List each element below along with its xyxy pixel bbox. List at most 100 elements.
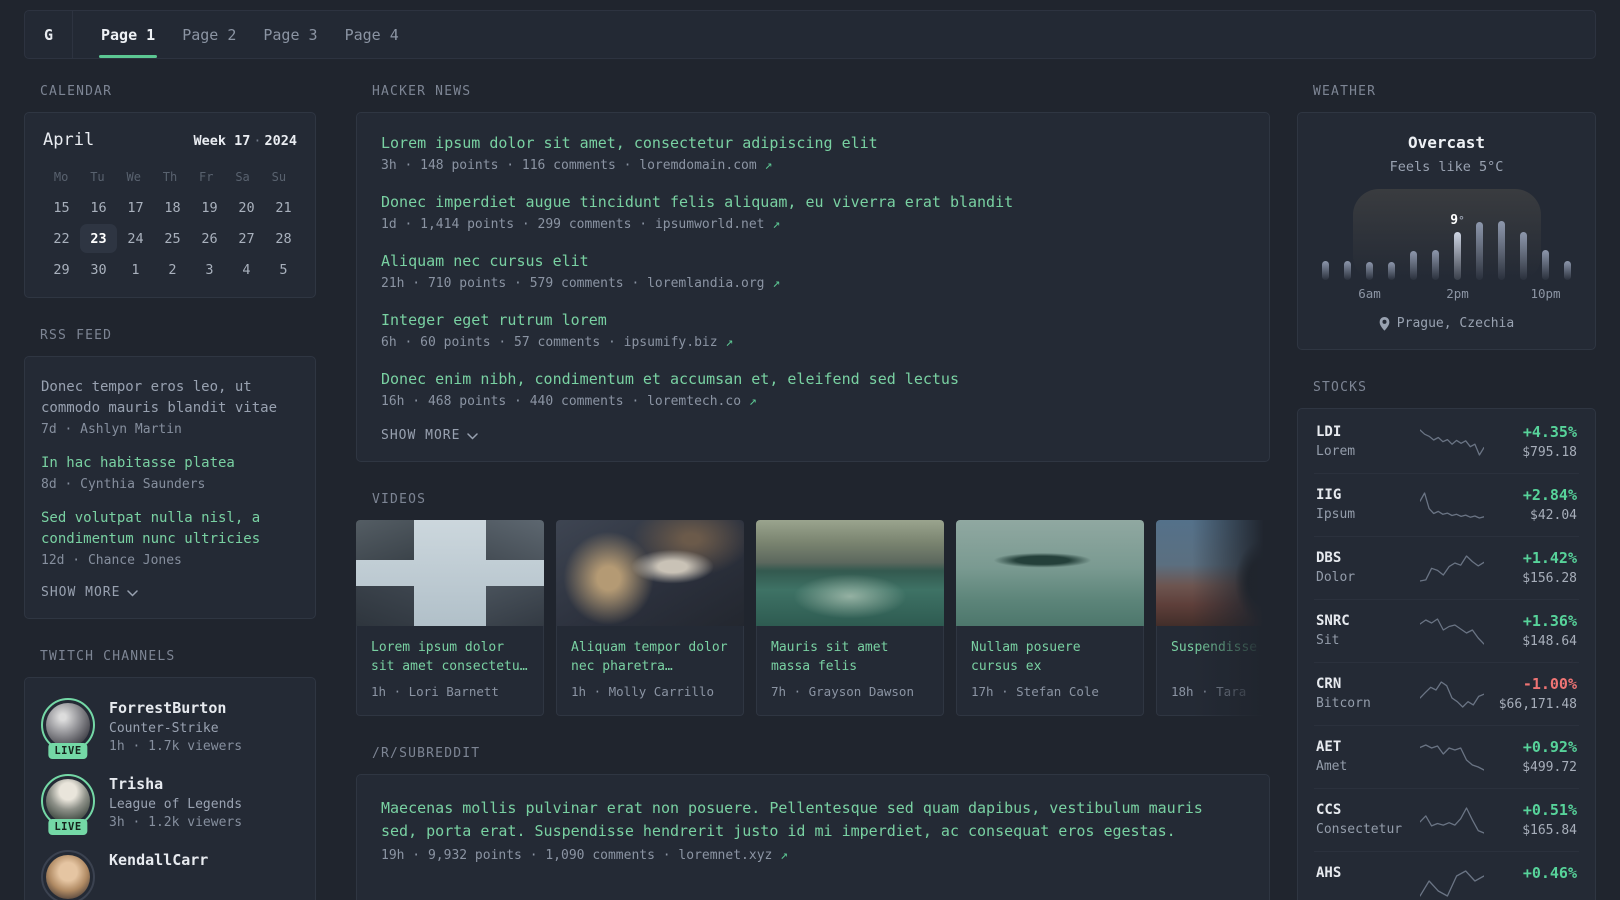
- calendar-day-number: 22: [53, 230, 70, 247]
- rss-list: Donec tempor eros leo, ut commodo mauris…: [41, 377, 299, 568]
- weather-temp-bar: [1520, 232, 1527, 280]
- rss-show-more-button[interactable]: SHOW MORE: [41, 585, 139, 600]
- stock-identity: LDI Lorem: [1316, 424, 1420, 460]
- weather-feels-like: Feels like 5°C: [1389, 159, 1504, 175]
- stock-identity: CRN Bitcorn: [1316, 676, 1420, 712]
- nav-tab[interactable]: Page 4: [343, 11, 401, 58]
- stock-ticker: CRN: [1316, 676, 1342, 692]
- subreddit-card: Maecenas mollis pulvinar erat non posuer…: [356, 774, 1270, 900]
- weather-hour-column: [1315, 192, 1337, 280]
- domain-text: loremnet.xyz: [678, 848, 773, 863]
- stock-row: SNRC Sit +1.36% $148.64: [1314, 599, 1579, 662]
- twitch-channel-category[interactable]: Counter-Strike: [109, 721, 242, 736]
- weekday-label: Su: [271, 170, 287, 184]
- twitch-channel-viewers: 3h · 1.2k viewers: [109, 815, 243, 830]
- calendar-day-cell: 30: [80, 254, 117, 285]
- subreddit-post-domain[interactable]: loremnet.xyz ↗: [678, 848, 788, 863]
- video-thumbnail[interactable]: [956, 520, 1144, 626]
- stock-identity: AHS: [1316, 865, 1420, 900]
- stock-row: DBS Dolor +1.42% $156.28: [1314, 536, 1579, 599]
- video-title-link[interactable]: Suspendisse diam: [1157, 626, 1270, 676]
- stock-sparkline: [1419, 742, 1485, 772]
- video-card[interactable]: Nullam posuere cursus ex 17h · Stefan Co…: [956, 520, 1144, 716]
- rss-widget: RSS FEED Donec tempor eros leo, ut commo…: [24, 328, 316, 619]
- video-title-link[interactable]: Lorem ipsum dolor sit amet consectetu…: [357, 626, 543, 676]
- hackernews-show-more-button[interactable]: SHOW MORE: [381, 428, 479, 443]
- app-logo[interactable]: G: [25, 11, 73, 58]
- video-card[interactable]: Lorem ipsum dolor sit amet consectetu… 1…: [356, 520, 544, 716]
- time-axis-label: 6am: [1358, 286, 1381, 301]
- calendar-day-number: 3: [205, 261, 214, 278]
- show-more-label: SHOW MORE: [381, 428, 461, 443]
- twitch-channel-category[interactable]: League of Legends: [109, 797, 242, 812]
- stocks-widget-title: STOCKS: [1313, 380, 1368, 395]
- weather-hour-column: [1359, 192, 1381, 280]
- calendar-day-cell: 20: [228, 192, 265, 223]
- external-link-icon: ↗: [772, 276, 781, 291]
- video-thumbnail[interactable]: [756, 520, 944, 626]
- rss-item-link[interactable]: Donec tempor eros leo, ut commodo mauris…: [41, 377, 299, 419]
- twitch-channel-row[interactable]: LIVE Trisha League of Legends 3h · 1.2k …: [41, 774, 299, 835]
- weekday-label: Tu: [90, 170, 105, 184]
- nav-tab[interactable]: Page 3: [261, 11, 319, 58]
- video-card[interactable]: Suspendisse diam 18h · Tara: [1156, 520, 1270, 716]
- video-thumbnail[interactable]: [1156, 520, 1270, 626]
- subreddit-widget-title: /R/SUBREDDIT: [372, 746, 481, 761]
- hackernews-item-domain[interactable]: loremtech.co ↗: [647, 394, 757, 409]
- video-title-link[interactable]: Mauris sit amet massa felis: [757, 626, 943, 676]
- hackernews-item-link[interactable]: Donec enim nibh, condimentum et accumsan…: [381, 369, 1245, 389]
- video-thumbnail[interactable]: [556, 520, 744, 626]
- stock-price: $66,171.48: [1498, 697, 1577, 712]
- calendar-week-number: Week 17: [193, 133, 251, 149]
- weather-temp-bar: [1564, 261, 1571, 280]
- stock-change-percent: -1.00%: [1522, 675, 1577, 693]
- stock-ticker: CCS: [1316, 802, 1342, 818]
- weather-temp-bar: [1432, 250, 1439, 280]
- calendar-day-cell: 27: [228, 223, 265, 254]
- subreddit-post-link[interactable]: Maecenas mollis pulvinar erat non posuer…: [381, 797, 1245, 843]
- page-tabs: Page 1 Page 2 Page 3 Page 4: [99, 11, 401, 58]
- calendar-widget: CALENDAR April Week 17 · 2024 Mo Tu We Th Fr Sa…: [24, 84, 316, 298]
- calendar-day-number: 29: [53, 261, 70, 278]
- calendar-day-number: 18: [164, 199, 181, 216]
- twitch-channel-name[interactable]: ForrestBurton: [109, 699, 242, 717]
- rss-item-link[interactable]: In hac habitasse platea: [41, 453, 299, 474]
- hackernews-item-link[interactable]: Donec imperdiet augue tincidunt felis al…: [381, 192, 1245, 212]
- stock-change-percent: +0.92%: [1522, 738, 1577, 756]
- hackernews-item-domain[interactable]: ipsumworld.net ↗: [655, 217, 780, 232]
- hackernews-item-link[interactable]: Integer eget rutrum lorem: [381, 310, 1245, 330]
- calendar-day-cell: 4: [228, 254, 265, 285]
- calendar-day-number: 24: [127, 230, 144, 247]
- right-column: WEATHER Overcast Feels like 5°C 9° 6am 2…: [1297, 84, 1596, 900]
- twitch-channel-info: ForrestBurton Counter-Strike 1h · 1.7k v…: [109, 698, 242, 754]
- hackernews-item-domain[interactable]: ipsumify.biz ↗: [624, 335, 734, 350]
- video-card[interactable]: Mauris sit amet massa felis 7h · Grayson…: [756, 520, 944, 716]
- nav-tab[interactable]: Page 1: [99, 11, 158, 58]
- video-card[interactable]: Aliquam tempor dolor nec pharetra… 1h · …: [556, 520, 744, 716]
- twitch-channel-name[interactable]: KendallCarr: [109, 851, 208, 869]
- video-thumbnail[interactable]: [356, 520, 544, 626]
- rss-item-link[interactable]: Sed volutpat nulla nisl, a condimentum n…: [41, 508, 299, 550]
- calendar-day-cell: 17: [117, 192, 154, 223]
- weather-hour-column: [1557, 192, 1579, 280]
- stock-row: AHS +0.46%: [1314, 851, 1579, 900]
- nav-tab[interactable]: Page 2: [180, 11, 238, 58]
- hackernews-item-meta: 6h · 60 points · 57 comments · ipsumify.…: [381, 335, 1245, 350]
- separator-dot: ·: [253, 133, 262, 149]
- degree-symbol: °: [1458, 214, 1465, 227]
- hackernews-item-link[interactable]: Lorem ipsum dolor sit amet, consectetur …: [381, 133, 1245, 153]
- twitch-channel-name[interactable]: Trisha: [109, 775, 242, 793]
- twitch-channel-row[interactable]: KendallCarr: [41, 850, 299, 900]
- stock-sparkline: [1419, 616, 1485, 646]
- avatar-ring: [41, 850, 95, 900]
- twitch-channel-info: KendallCarr: [109, 850, 208, 900]
- hackernews-item-domain[interactable]: loremdomain.com ↗: [639, 158, 772, 173]
- hackernews-item-domain[interactable]: loremlandia.org ↗: [647, 276, 780, 291]
- video-title-link[interactable]: Aliquam tempor dolor nec pharetra…: [557, 626, 743, 676]
- calendar-day-number: 23: [80, 224, 117, 253]
- external-link-icon: ↗: [764, 158, 773, 173]
- stock-change-percent: +4.35%: [1522, 423, 1577, 441]
- twitch-channel-row[interactable]: LIVE ForrestBurton Counter-Strike 1h · 1…: [41, 698, 299, 759]
- hackernews-item-link[interactable]: Aliquam nec cursus elit: [381, 251, 1245, 271]
- video-title-link[interactable]: Nullam posuere cursus ex: [957, 626, 1143, 676]
